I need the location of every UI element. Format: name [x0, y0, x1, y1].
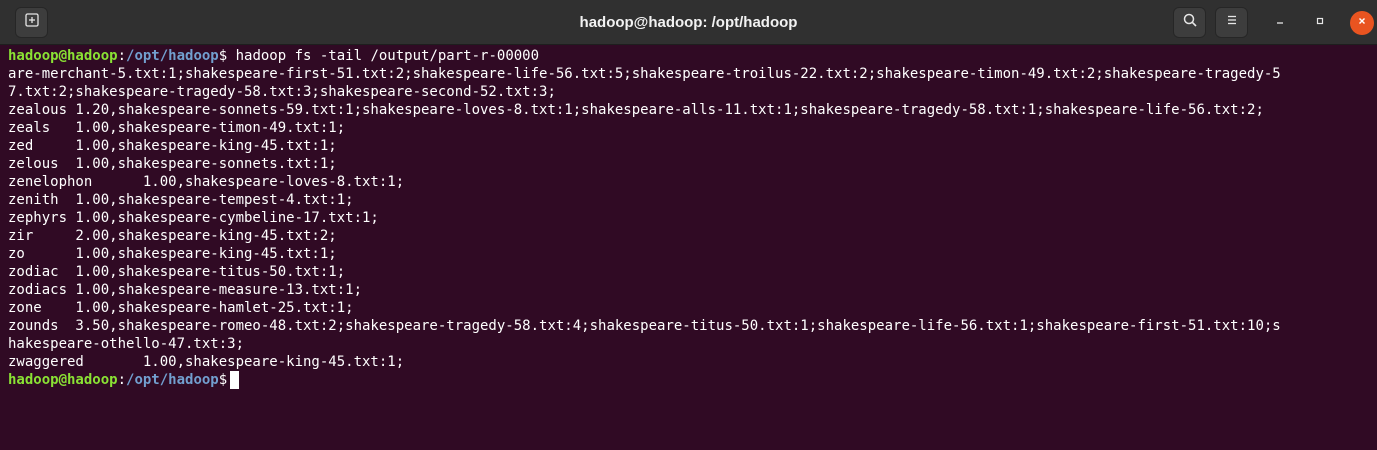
- prompt-separator: :: [117, 372, 127, 388]
- new-tab-button[interactable]: [15, 7, 48, 38]
- hamburger-menu-icon: [1225, 13, 1239, 32]
- close-icon: [1356, 14, 1368, 32]
- prompt-user: hadoop@hadoop: [8, 372, 118, 388]
- output-line: zenelophon 1.00,shakespeare-loves-8.txt:…: [8, 174, 405, 190]
- prompt-line[interactable]: hadoop@hadoop:/opt/hadoop$: [8, 371, 1377, 389]
- prompt-path: /opt/hadoop: [126, 48, 219, 64]
- minimize-button[interactable]: [1268, 11, 1292, 35]
- output-line: zo 1.00,shakespeare-king-45.txt:1;: [8, 246, 337, 262]
- terminal-output[interactable]: hadoop@hadoop:/opt/hadoop$ hadoop fs -ta…: [0, 45, 1377, 450]
- prompt-user: hadoop@hadoop: [8, 48, 118, 64]
- maximize-button[interactable]: [1308, 11, 1332, 35]
- output-line: zounds 3.50,shakespeare-romeo-48.txt:2;s…: [8, 318, 1281, 334]
- output-line: hakespeare-othello-47.txt:3;: [8, 336, 245, 352]
- output-line: zodiacs 1.00,shakespeare-measure-13.txt:…: [8, 282, 363, 298]
- window-title: hadoop@hadoop: /opt/hadoop: [579, 14, 798, 31]
- output-line: zeals 1.00,shakespeare-timon-49.txt:1;: [8, 120, 346, 136]
- prompt-path: /opt/hadoop: [126, 372, 219, 388]
- command-line: hadoop@hadoop:/opt/hadoop$ hadoop fs -ta…: [8, 47, 1377, 65]
- title-bar: hadoop@hadoop: /opt/hadoop: [0, 0, 1377, 45]
- menu-button[interactable]: [1215, 7, 1248, 38]
- output-line: 7.txt:2;shakespeare-tragedy-58.txt:3;sha…: [8, 84, 556, 100]
- new-tab-icon: [24, 12, 40, 33]
- search-icon: [1182, 12, 1198, 33]
- output-line: zodiac 1.00,shakespeare-titus-50.txt:1;: [8, 264, 346, 280]
- prompt-symbol: $: [218, 372, 228, 388]
- scrollbar[interactable]: [1371, 45, 1377, 450]
- output-line: zwaggered 1.00,shakespeare-king-45.txt:1…: [8, 354, 405, 370]
- output-line: zir 2.00,shakespeare-king-45.txt:2;: [8, 228, 337, 244]
- maximize-icon: [1314, 14, 1326, 32]
- prompt-symbol: $: [218, 48, 236, 64]
- output-line: zealous 1.20,shakespeare-sonnets-59.txt:…: [8, 102, 1264, 118]
- text-cursor: [230, 371, 240, 389]
- terminal-window: hadoop@hadoop: /opt/hadoop hadoop@hadoop…: [0, 0, 1377, 450]
- search-button[interactable]: [1173, 7, 1206, 38]
- output-line: zephyrs 1.00,shakespeare-cymbeline-17.tx…: [8, 210, 379, 226]
- prompt-separator: :: [117, 48, 127, 64]
- minimize-icon: [1274, 14, 1286, 32]
- output-line: zenith 1.00,shakespeare-tempest-4.txt:1;: [8, 192, 354, 208]
- output-line: zone 1.00,shakespeare-hamlet-25.txt:1;: [8, 300, 354, 316]
- output-line: zelous 1.00,shakespeare-sonnets.txt:1;: [8, 156, 337, 172]
- close-button[interactable]: [1350, 11, 1374, 35]
- command-text: hadoop fs -tail /output/part-r-00000: [235, 48, 540, 64]
- output-line: zed 1.00,shakespeare-king-45.txt:1;: [8, 138, 337, 154]
- output-line: are-merchant-5.txt:1;shakespeare-first-5…: [8, 66, 1281, 82]
